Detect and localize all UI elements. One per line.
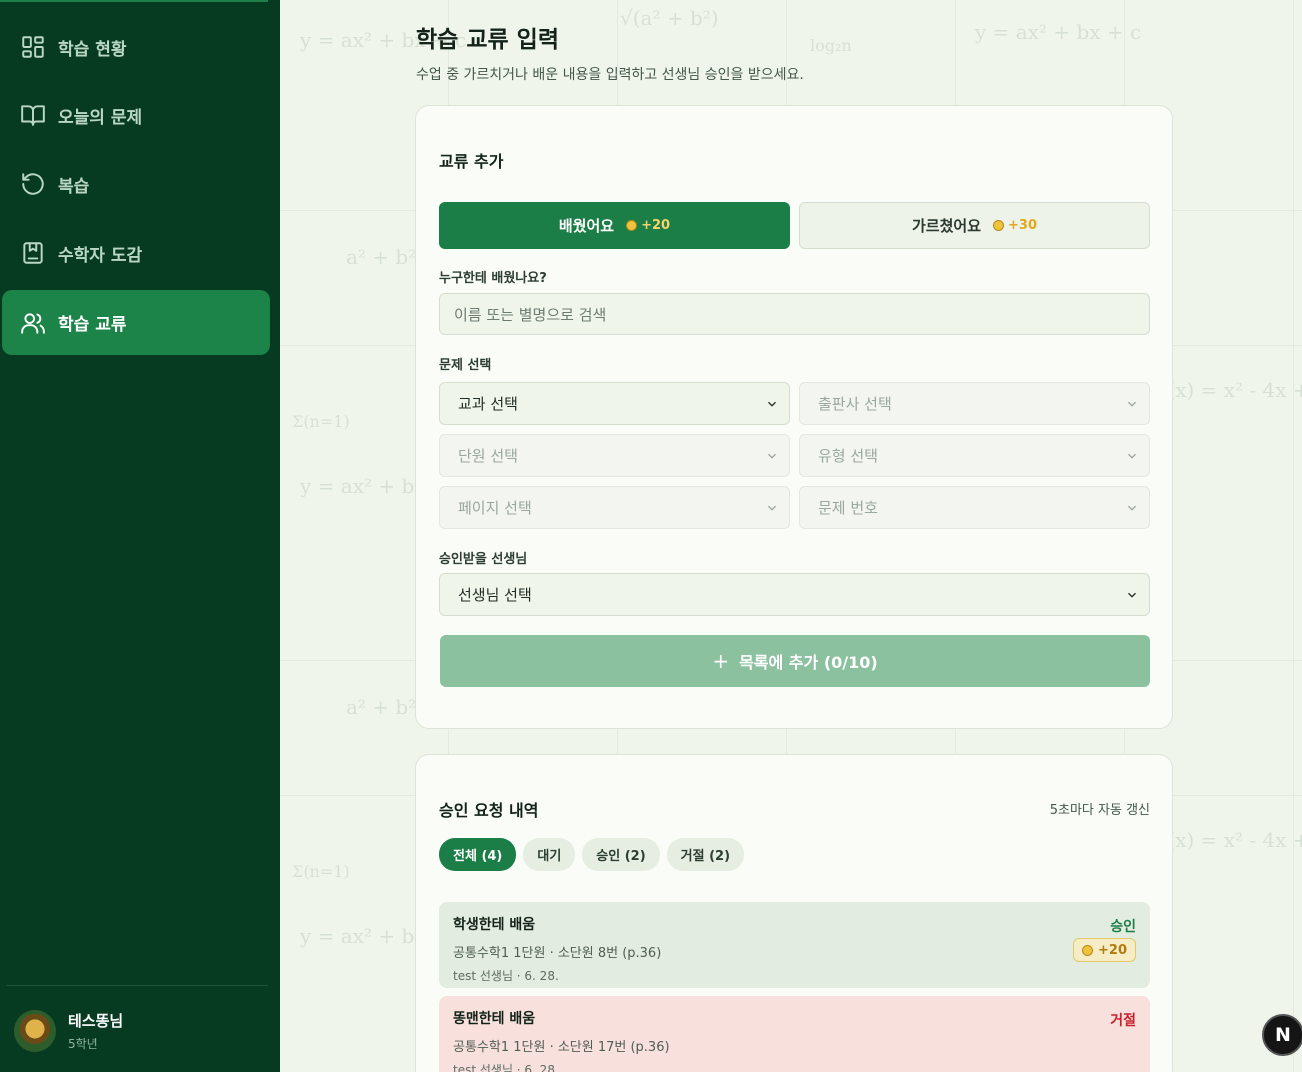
- request-meta: test 선생님 · 6. 28.: [453, 969, 559, 983]
- teacher-select[interactable]: 선생님 선택: [439, 573, 1150, 616]
- sidebar-item-review[interactable]: 복습: [2, 152, 270, 216]
- request-detail: 공통수학1 1단원 · 소단원 8번 (p.36): [453, 946, 662, 961]
- partner-search-input[interactable]: 이름 또는 별명으로 검색: [439, 293, 1150, 335]
- filter-pending[interactable]: 대기: [523, 838, 576, 871]
- sidebar-item-today-problem[interactable]: 오늘의 문제: [2, 83, 270, 147]
- taught-label: 가르쳤어요: [912, 217, 982, 235]
- sidebar-item-label: 복습: [58, 176, 90, 197]
- page-select[interactable]: 페이지 선택: [439, 486, 790, 529]
- bookmark-book-icon: [20, 240, 46, 266]
- sidebar-divider: [6, 985, 268, 986]
- add-to-list-button[interactable]: + 목록에 추가 (0/10): [440, 635, 1150, 687]
- users-icon: [20, 310, 46, 336]
- chevron-down-icon: [765, 501, 779, 515]
- sidebar-item-label: 오늘의 문제: [58, 107, 143, 128]
- chevron-down-icon: [1125, 449, 1139, 463]
- requests-title: 승인 요청 내역: [439, 801, 539, 820]
- type-select[interactable]: 유형 선택: [799, 434, 1150, 477]
- learned-points: +20: [641, 218, 671, 233]
- rotate-ccw-icon: [20, 171, 46, 197]
- form-title: 교류 추가: [439, 152, 504, 171]
- problem-label: 문제 선택: [439, 358, 492, 373]
- profile-grade: 5학년: [68, 1037, 98, 1051]
- chevron-down-icon: [1125, 397, 1139, 411]
- sidebar-item-label: 학습 현황: [58, 39, 127, 60]
- subject-select-value: 교과 선택: [458, 395, 518, 413]
- chevron-down-icon: [1125, 501, 1139, 515]
- sidebar: 학습 현황 오늘의 문제 복습 수학자 도감 학습 교류 테스똥님 5학년: [0, 0, 280, 1072]
- chevron-down-icon: [765, 449, 779, 463]
- chevron-down-icon: [1125, 588, 1139, 602]
- sidebar-top-line: [0, 0, 268, 2]
- unit-select-value: 단원 선택: [458, 447, 518, 465]
- page-title: 학습 교류 입력: [416, 27, 559, 53]
- publisher-select-value: 출판사 선택: [818, 395, 892, 413]
- bg-formula: f(x) = x² - 4x + 3: [1160, 378, 1302, 402]
- learned-label: 배웠어요: [558, 217, 615, 235]
- page-subtitle: 수업 중 가르치거나 배운 내용을 입력하고 선생님 승인을 받으세요.: [416, 67, 804, 83]
- taught-toggle-button[interactable]: 가르쳤어요 +30: [799, 202, 1150, 249]
- taught-points: +30: [1008, 218, 1037, 233]
- request-title: 똥맨한테 배움: [453, 1011, 536, 1027]
- sidebar-item-mathematicians[interactable]: 수학자 도감: [2, 221, 270, 285]
- avatar: [14, 1010, 56, 1052]
- teacher-select-value: 선생님 선택: [458, 586, 532, 604]
- sidebar-item-dashboard[interactable]: 학습 현황: [2, 15, 270, 79]
- who-label: 누구한테 배웠나요?: [439, 271, 547, 286]
- chevron-down-icon: [765, 397, 779, 411]
- filter-rejected[interactable]: 거절 (2): [666, 838, 745, 871]
- reward-badge: +20: [1073, 938, 1136, 962]
- auto-refresh-note: 5초마다 자동 갱신: [1049, 803, 1150, 818]
- sidebar-item-label: 학습 교류: [58, 315, 127, 335]
- bg-formula: y = ax² + bx + c: [975, 20, 1142, 44]
- teacher-label: 승인받을 선생님: [439, 552, 528, 567]
- coin-icon: [1082, 944, 1094, 956]
- problem-number-select[interactable]: 문제 번호: [799, 486, 1150, 529]
- status-badge: 승인: [1110, 919, 1136, 935]
- bg-formula: Σ(n=1): [292, 862, 350, 881]
- add-to-list-label: 목록에 추가 (0/10): [739, 653, 878, 672]
- plus-icon: +: [712, 649, 730, 673]
- filter-approved[interactable]: 승인 (2): [582, 838, 660, 871]
- subject-select[interactable]: 교과 선택: [439, 382, 790, 425]
- problem-number-select-value: 문제 번호: [818, 499, 878, 517]
- request-detail: 공통수학1 1단원 · 소단원 17번 (p.36): [453, 1040, 670, 1055]
- request-item[interactable]: 똥맨한테 배움 공통수학1 1단원 · 소단원 17번 (p.36) test …: [439, 996, 1150, 1072]
- unit-select[interactable]: 단원 선택: [439, 434, 790, 477]
- status-badge: 거절: [1110, 1013, 1136, 1029]
- profile-name: 테스똥님: [68, 1012, 124, 1030]
- type-select-value: 유형 선택: [818, 447, 878, 465]
- sidebar-item-exchange[interactable]: 학습 교류: [2, 290, 270, 355]
- sidebar-item-label: 수학자 도감: [58, 245, 143, 266]
- bg-formula: log₂n: [810, 36, 852, 55]
- publisher-select[interactable]: 출판사 선택: [799, 382, 1150, 425]
- request-title: 학생한테 배움: [453, 917, 536, 933]
- filter-all[interactable]: 전체 (4): [439, 838, 517, 871]
- bg-formula: Σ(n=1): [292, 412, 350, 431]
- dashboard-grid-icon: [20, 34, 46, 60]
- coin-icon: [993, 220, 1005, 231]
- bg-formula: f(x) = x² - 4x + 3: [1160, 828, 1302, 852]
- next-dev-indicator-button[interactable]: N: [1262, 1014, 1302, 1056]
- reward-points: +20: [1098, 942, 1127, 958]
- request-item[interactable]: 학생한테 배움 공통수학1 1단원 · 소단원 8번 (p.36) test 선…: [439, 902, 1150, 988]
- coin-icon: [626, 220, 638, 231]
- learned-toggle-button[interactable]: 배웠어요 +20: [439, 202, 790, 249]
- exchange-form-card: 교류 추가 배웠어요 +20 가르쳤어요 +30 누구한테 배웠나요? 이름 또…: [415, 105, 1173, 729]
- page-select-value: 페이지 선택: [458, 499, 532, 517]
- user-profile[interactable]: 테스똥님 5학년: [14, 1010, 123, 1052]
- status-filter-tabs: 전체 (4) 대기 승인 (2) 거절 (2): [439, 838, 751, 871]
- request-meta: test 선생님 · 6. 28.: [453, 1063, 559, 1072]
- book-open-icon: [20, 102, 46, 128]
- approval-requests-card: 승인 요청 내역 5초마다 자동 갱신 전체 (4) 대기 승인 (2) 거절 …: [415, 754, 1173, 1072]
- page-header: 학습 교류 입력 수업 중 가르치거나 배운 내용을 입력하고 선생님 승인을 …: [416, 20, 804, 84]
